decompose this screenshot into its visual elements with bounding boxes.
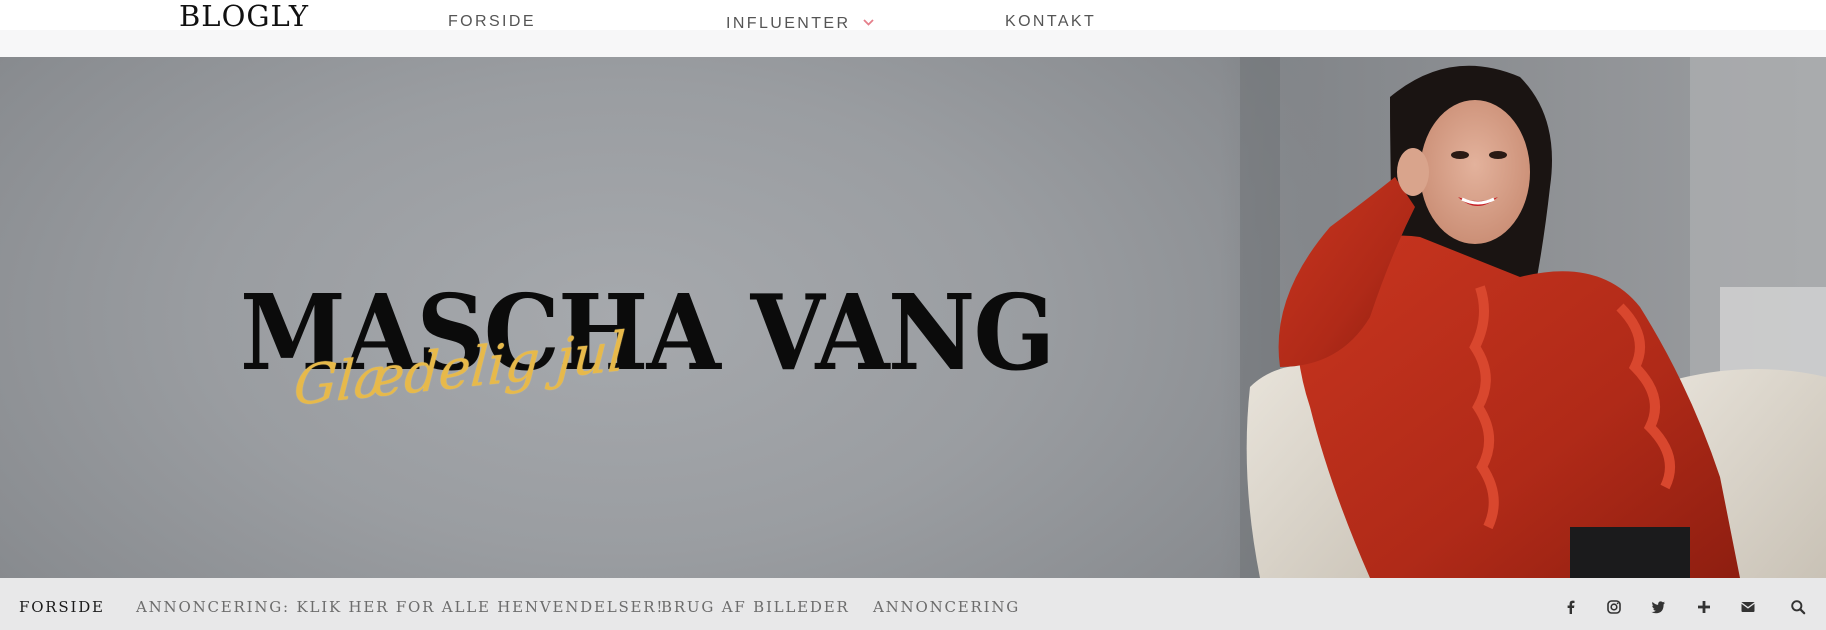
secondary-nav-forside[interactable]: FORSIDE	[19, 598, 105, 616]
instagram-icon[interactable]	[1606, 599, 1622, 615]
nav-item-label: FORSIDE	[448, 13, 536, 30]
hero-banner: MASCHA VANG Glædelig jul	[0, 57, 1826, 578]
site-logo[interactable]: BLOGLY	[179, 0, 309, 34]
nav-item-kontakt[interactable]: KONTAKT	[1005, 13, 1096, 31]
nav-item-label: KONTAKT	[1005, 13, 1097, 30]
nav-item-forside[interactable]: FORSIDE	[448, 13, 536, 31]
chevron-down-icon	[863, 13, 874, 31]
secondary-nav-annoncering-klik[interactable]: ANNONCERING: KLIK HER FOR ALLE HENVENDEL…	[136, 598, 664, 616]
mail-icon[interactable]	[1740, 599, 1756, 615]
secondary-nav-brug-af-billeder[interactable]: BRUG AF BILLEDER	[661, 598, 850, 616]
search-icon[interactable]	[1790, 599, 1806, 615]
secondary-nav-bar: FORSIDE ANNONCERING: KLIK HER FOR ALLE H…	[0, 578, 1826, 630]
header-subbar	[0, 30, 1826, 57]
plus-icon[interactable]	[1696, 599, 1712, 615]
facebook-icon[interactable]	[1563, 599, 1579, 615]
secondary-nav-annoncering[interactable]: ANNONCERING	[873, 598, 1020, 616]
top-header: BLOGLY FORSIDE INFLUENTER KONTAKT	[0, 0, 1826, 33]
twitter-icon[interactable]	[1650, 599, 1666, 615]
hero-portrait-image	[1220, 57, 1826, 578]
